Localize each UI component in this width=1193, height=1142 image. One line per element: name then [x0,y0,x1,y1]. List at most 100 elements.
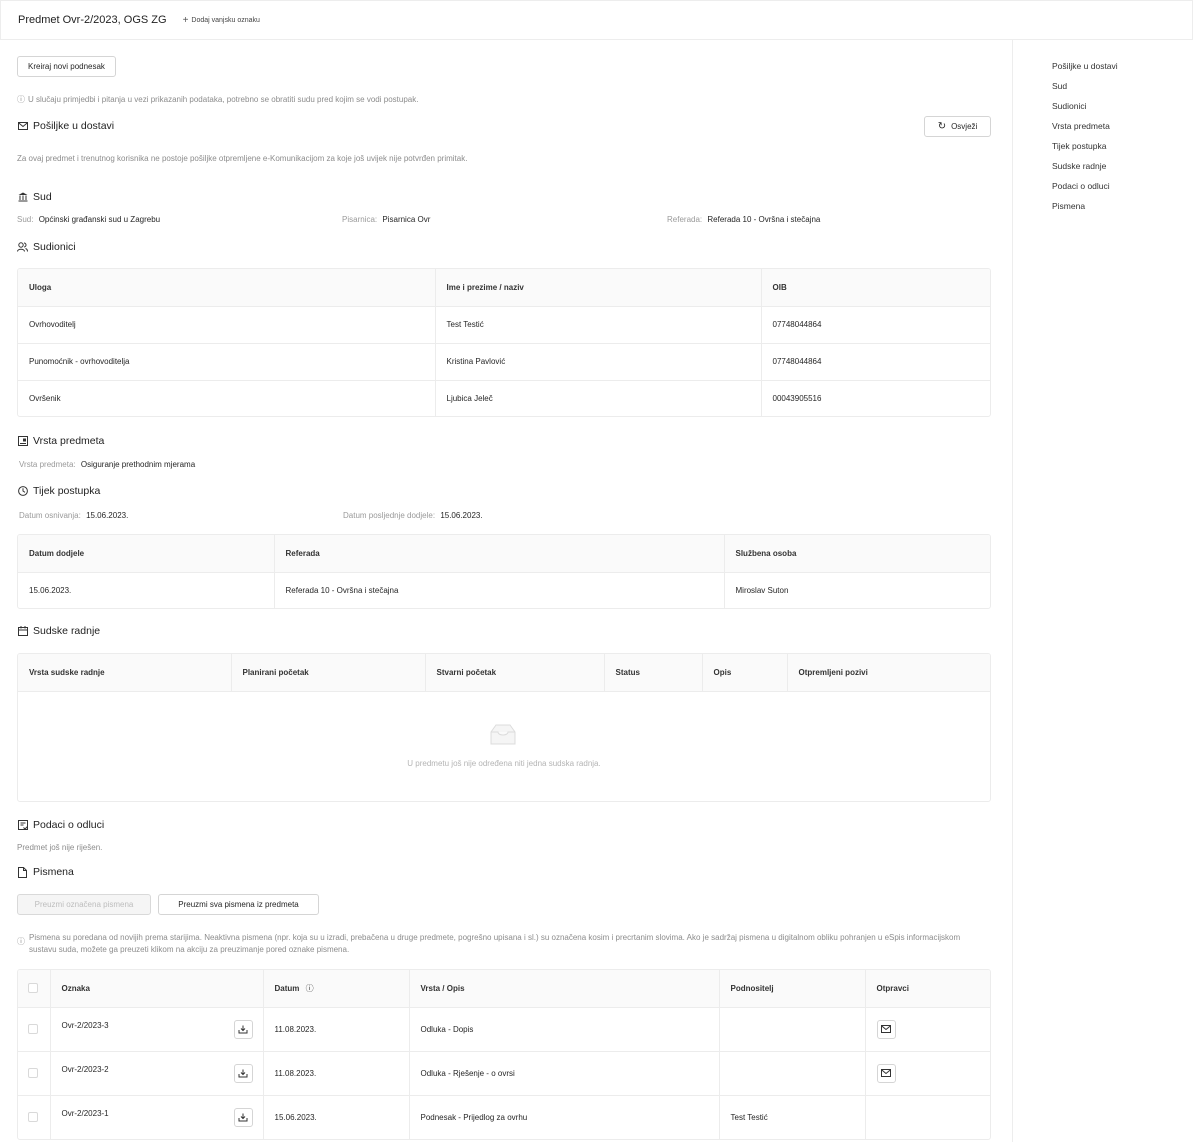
date-cell: 11.08.2023. [262,1051,409,1096]
section-deliveries-title: Pošiljke u dostavi [17,120,114,132]
decision-text: Predmet još nije riješen. [17,843,103,852]
empty-text: U predmetu još nije određena niti jedna … [407,759,601,768]
help-icon[interactable]: ⓘ [306,984,314,993]
column-header: Otpremljeni pozivi [786,654,990,692]
court-field: Sud: Općinski građanski sud u Zagrebu [17,215,161,224]
table-cell: Miroslav Suton [723,572,990,608]
select-all-checkbox[interactable] [28,983,38,994]
column-header: Oznaka [49,970,263,1008]
dispatch-cell [864,1095,990,1139]
case-type-icon [17,436,28,447]
sidebar-item-court-actions[interactable]: Sudske radnje [1052,160,1193,180]
sidebar-item-decision[interactable]: Podaci o odluci [1052,180,1193,200]
clock-icon [17,486,28,497]
column-header: Datum ⓘ [262,970,409,1008]
type-cell: Odluka - Dopis [408,1007,719,1052]
mark-cell: Ovr-2/2023-3 [49,1007,263,1052]
row-checkbox[interactable] [28,1024,38,1034]
calendar-icon [17,626,28,637]
submitter-cell: Test Testić [718,1095,865,1139]
submitter-cell [718,1007,865,1052]
table-row: Ovr-2/2023-1 15.06.2023. Podnesak - Prij… [18,1095,990,1139]
date-cell: 15.06.2023. [262,1095,409,1139]
column-header: Otpravci [864,970,990,1008]
section-proceedings-title: Tijek postupka [17,485,100,497]
table-cell: Kristina Pavlović [434,343,761,381]
table-cell: Punomoćnik - ovrhovoditelja [18,343,435,381]
table-row: 15.06.2023. Referada 10 - Ovršna i steča… [18,572,990,608]
table-row: Ovr-2/2023-3 11.08.2023. Odluka - Dopis [18,1007,990,1052]
sidebar-item-court[interactable]: Sud [1052,80,1193,100]
column-header: Podnositelj [718,970,865,1008]
table-cell: 00043905516 [760,380,990,416]
plus-icon: + [182,14,189,26]
section-participants-title: Sudionici [17,241,76,253]
download-icon[interactable] [233,1063,253,1083]
assignment-table: Datum dodjele Referada Službena osoba 15… [17,534,991,609]
section-documents-title: Pismena [17,866,74,878]
registry-field: Pisarnica: Pisarnica Ovr [342,215,431,224]
participants-table: Uloga Ime i prezime / naziv OIB Ovrhovod… [17,268,991,417]
table-header-row: Vrsta sudske radnje Planirani početak St… [18,654,990,692]
row-select-cell [18,1051,50,1096]
table-cell: 07748044864 [760,306,990,344]
sidebar-item-participants[interactable]: Sudionici [1052,100,1193,120]
refresh-icon: ↻ [937,121,947,132]
column-header: Stvarni početak [424,654,604,692]
case-title: Predmet Ovr-2/2023, OGS ZG [18,14,167,26]
select-all-column [18,970,50,1008]
notice-text: U slučaju primjedbi i pitanja u vezi pri… [28,95,419,104]
deliveries-text: Za ovaj predmet i trenutnog korisnika ne… [17,154,468,163]
download-icon[interactable] [233,1019,253,1039]
type-cell: Podnesak - Prijedlog za ovrhu [408,1095,719,1139]
table-row: Punomoćnik - ovrhovoditelja Kristina Pav… [18,343,990,381]
column-header: Vrsta / Opis [408,970,719,1008]
download-icon[interactable] [233,1107,253,1127]
document-mark: Ovr-2/2023-3 [61,1020,109,1030]
download-all-button[interactable]: Preuzmi sva pismena iz predmeta [158,894,319,915]
column-header: Opis [701,654,787,692]
column-header: Planirani početak [230,654,425,692]
table-header-row: Oznaka Datum ⓘ Vrsta / Opis Podnositelj … [18,970,990,1008]
document-mark: Ovr-2/2023-1 [61,1108,109,1118]
add-external-tag-button[interactable]: + Dodaj vanjsku oznaku [183,15,260,26]
case-type-field: Vrsta predmeta: Osiguranje prethodnim mj… [19,460,196,469]
download-selected-button[interactable]: Preuzmi označena pismena [17,894,151,915]
column-header: Vrsta sudske radnje [18,654,231,692]
documents-info-text: Pismena su poredana od novijih prema sta… [29,933,961,954]
row-checkbox[interactable] [28,1112,38,1123]
table-row: Ovrhovoditelj Test Testić 07748044864 [18,306,990,344]
table-cell: Test Testić [434,306,761,344]
create-submission-button[interactable]: Kreiraj novi podnesak [17,56,116,77]
type-cell: Odluka - Rješenje - o ovrsi [408,1051,719,1096]
table-cell: 15.06.2023. [29,585,72,595]
table-header-row: Uloga Ime i prezime / naziv OIB [18,269,990,307]
section-case-type-title: Vrsta predmeta [17,435,104,447]
row-select-cell [18,1095,50,1139]
refresh-button[interactable]: ↻ Osvježi [924,116,991,137]
table-row: Ovršenik Ljubica Jeleč 00043905516 [18,380,990,416]
table-cell: 07748044864 [760,343,990,381]
envelope-icon[interactable] [876,1019,896,1039]
table-cell: Ljubica Jeleč [434,380,761,416]
section-court-title: Sud [17,191,52,203]
column-header: Uloga [18,269,435,307]
sidebar-item-proceedings[interactable]: Tijek postupka [1052,140,1193,160]
dispatch-cell [864,1051,990,1096]
mail-icon [17,121,28,132]
documents-info: ⓘ Pismena su poredana od novijih prema s… [17,932,977,956]
date-cell: 11.08.2023. [262,1007,409,1052]
mark-cell: Ovr-2/2023-2 [49,1051,263,1096]
row-checkbox[interactable] [28,1068,38,1078]
founding-date-field: Datum osnivanja: 15.06.2023. [19,511,129,520]
table-header-row: Datum dodjele Referada Službena osoba [18,535,990,573]
envelope-icon[interactable] [876,1063,896,1083]
document-icon [17,866,28,878]
courthouse-icon [17,192,28,203]
notice: ⓘ U slučaju primjedbi i pitanja u vezi p… [17,94,418,105]
info-icon: ⓘ [17,95,25,104]
sidebar-item-case-type[interactable]: Vrsta predmeta [1052,120,1193,140]
users-icon [17,242,28,253]
sidebar-item-deliveries[interactable]: Pošiljke u dostavi [1052,60,1193,80]
sidebar-item-documents[interactable]: Pismena [1052,200,1193,220]
